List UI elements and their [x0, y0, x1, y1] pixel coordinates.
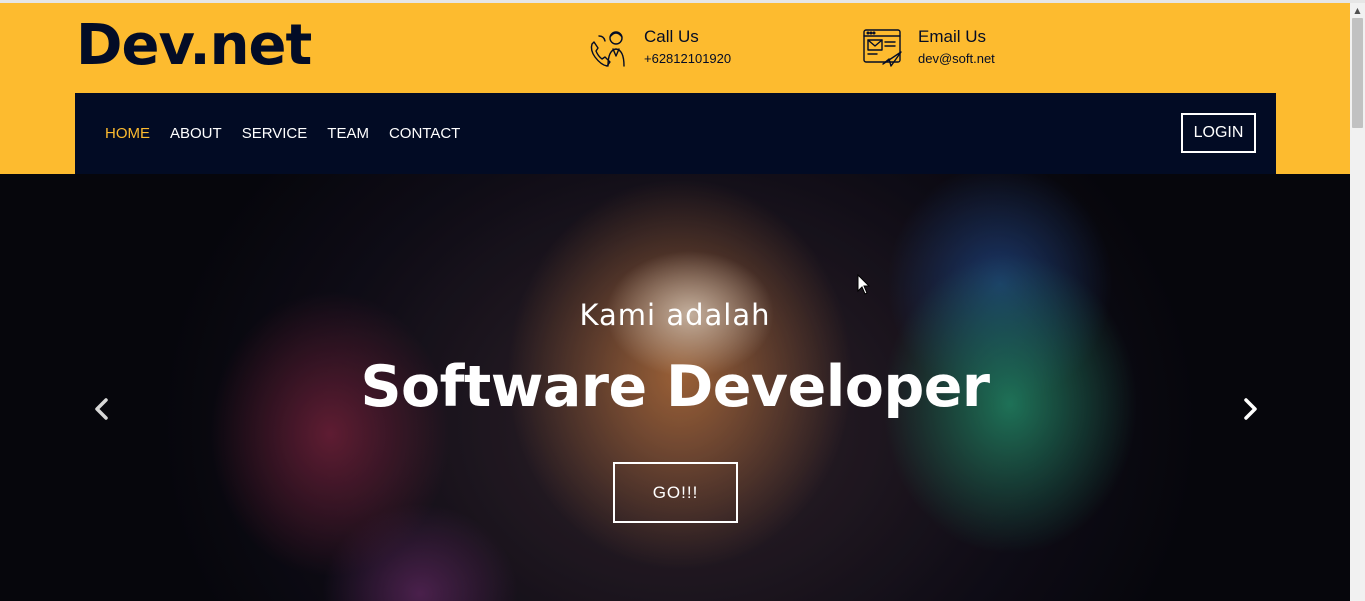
page-scrollbar[interactable]: ▲ — [1350, 3, 1365, 601]
nav-item-contact[interactable]: CONTACT — [389, 125, 460, 142]
call-number[interactable]: +62812101920 — [644, 51, 731, 67]
scroll-thumb[interactable] — [1352, 18, 1363, 128]
email-title: Email Us — [918, 27, 987, 46]
hero-kicker: Kami adalah — [579, 298, 771, 332]
main-navbar: HOME ABOUT SERVICE TEAM CONTACT LOGIN — [75, 93, 1276, 174]
scroll-up-arrow-icon[interactable]: ▲ — [1350, 3, 1365, 18]
nav-item-service[interactable]: SERVICE — [242, 125, 308, 142]
contact-call: Call Us +62812101920 — [587, 26, 731, 70]
contact-email: Email Us dev@soft.net — [861, 26, 995, 70]
hero-carousel: Kami adalah Software Developer GO!!! — [0, 174, 1350, 601]
chevron-left-icon[interactable] — [90, 396, 114, 422]
brand-logo[interactable]: Dev.net — [76, 15, 312, 77]
hero-cta-button[interactable]: GO!!! — [613, 462, 738, 523]
nav-item-team[interactable]: TEAM — [327, 125, 369, 142]
nav-item-about[interactable]: ABOUT — [170, 125, 222, 142]
nav-item-home[interactable]: HOME — [105, 125, 150, 142]
mouse-cursor-icon — [857, 274, 871, 295]
email-address[interactable]: dev@soft.net — [918, 51, 995, 67]
hero-headline: Software Developer — [360, 354, 990, 420]
call-title: Call Us — [644, 27, 699, 46]
chevron-right-icon[interactable] — [1238, 396, 1262, 422]
email-send-icon — [861, 26, 905, 70]
phone-support-icon — [587, 26, 631, 70]
nav-menu: HOME ABOUT SERVICE TEAM CONTACT — [105, 93, 480, 174]
login-button[interactable]: LOGIN — [1181, 113, 1256, 153]
